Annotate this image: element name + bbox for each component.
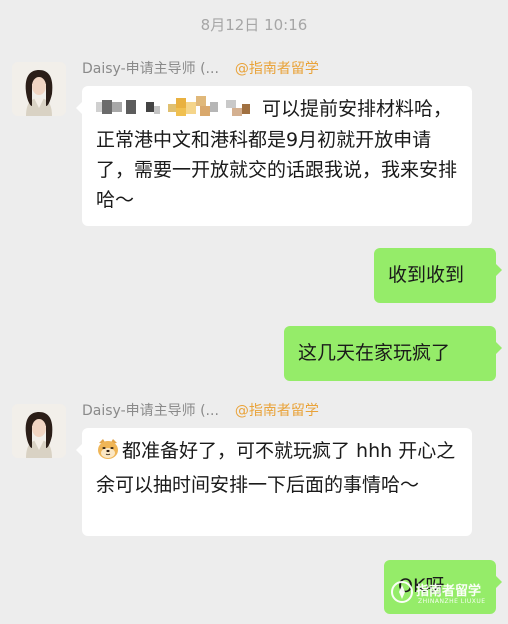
message-text: 收到收到: [388, 264, 465, 286]
sender-org: @指南者留学: [234, 403, 319, 419]
message-text: OK呀: [398, 575, 445, 597]
message-text: 这几天在家玩疯了: [298, 342, 451, 364]
sender-org: @指南者留学: [234, 61, 319, 77]
sender-name: Daisy-申请主导师 (...: [82, 403, 219, 419]
sender-label: Daisy-申请主导师 (... @指南者留学: [82, 58, 319, 78]
message-bubble-outgoing[interactable]: 这几天在家玩疯了: [284, 326, 502, 381]
sender-name: Daisy-申请主导师 (...: [82, 61, 219, 77]
doge-icon: [96, 437, 120, 470]
message-bubble-incoming[interactable]: 可以提前安排材料哈，正常港中文和港科都是9月初就开放申请了，需要一开放就交的话跟…: [76, 86, 472, 226]
avatar[interactable]: [12, 404, 66, 458]
message-bubble-incoming[interactable]: 都准备好了，可不就玩疯了 hhh 开心之余可以抽时间安排一下后面的事情哈～: [76, 428, 472, 536]
avatar[interactable]: [12, 62, 66, 116]
avatar-portrait-icon: [12, 62, 66, 116]
mosaic-blurred-icon: [96, 95, 256, 125]
message-bubble-outgoing[interactable]: 收到收到: [374, 248, 502, 303]
message-text: 都准备好了，可不就玩疯了 hhh 开心之余可以抽时间安排一下后面的事情哈～: [96, 440, 456, 496]
avatar-portrait-icon: [12, 404, 66, 458]
chat-timestamp: 8月12日 10:16: [200, 16, 308, 34]
sender-label: Daisy-申请主导师 (... @指南者留学: [82, 400, 319, 420]
message-bubble-outgoing[interactable]: OK呀: [384, 560, 502, 614]
